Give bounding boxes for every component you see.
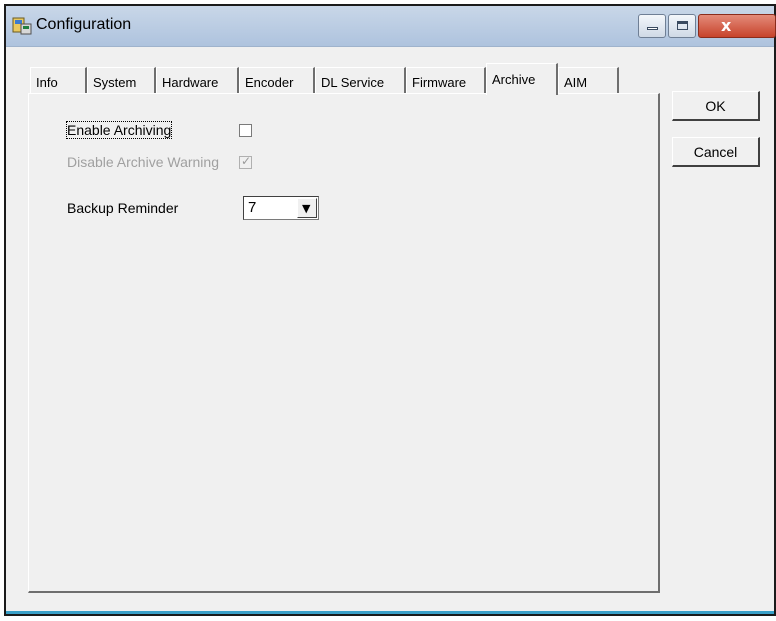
configuration-window: Configuration x Info System Hardware Enc… <box>4 4 776 616</box>
checkmark-icon: ✓ <box>241 154 252 168</box>
maximize-button[interactable] <box>668 14 696 38</box>
cancel-button[interactable]: Cancel <box>672 137 760 167</box>
close-button[interactable]: x <box>698 14 776 38</box>
tab-dl-service[interactable]: DL Service <box>315 67 406 93</box>
backup-reminder-label: Backup Reminder <box>67 200 179 216</box>
ok-button-label: OK <box>705 98 726 114</box>
maximize-icon <box>677 21 688 30</box>
ok-button[interactable]: OK <box>672 91 760 121</box>
title-bar[interactable]: Configuration x <box>6 6 776 47</box>
backup-reminder-value: 7 <box>248 199 257 216</box>
archive-tab-panel: Enable Archiving Disable Archive Warning… <box>28 93 660 593</box>
disable-archive-warning-checkbox: ✓ <box>239 154 252 169</box>
cancel-button-label: Cancel <box>693 144 738 160</box>
window-title: Configuration <box>36 16 132 33</box>
dropdown-arrow-button[interactable]: ▼ <box>297 198 317 218</box>
tab-system[interactable]: System <box>87 67 156 93</box>
enable-archiving-label[interactable]: Enable Archiving <box>65 121 173 139</box>
tab-encoder[interactable]: Encoder <box>239 67 315 93</box>
tab-info[interactable]: Info <box>30 67 87 93</box>
tab-archive[interactable]: Archive <box>486 63 558 95</box>
minimize-icon <box>647 27 658 30</box>
configuration-app-icon <box>12 17 32 35</box>
disable-archive-warning-label: Disable Archive Warning <box>67 154 219 170</box>
enable-archiving-checkbox[interactable] <box>239 124 252 137</box>
dialog-client-area: Info System Hardware Encoder DL Service … <box>6 47 774 614</box>
backup-reminder-dropdown[interactable]: 7 ▼ <box>243 196 319 220</box>
tab-firmware[interactable]: Firmware <box>406 67 486 93</box>
window-bottom-edge <box>6 611 774 614</box>
chevron-down-icon: ▼ <box>302 202 311 215</box>
minimize-button[interactable] <box>638 14 666 38</box>
tab-hardware[interactable]: Hardware <box>156 67 239 93</box>
tab-aim[interactable]: AIM <box>558 67 619 93</box>
close-icon: x <box>721 16 732 35</box>
